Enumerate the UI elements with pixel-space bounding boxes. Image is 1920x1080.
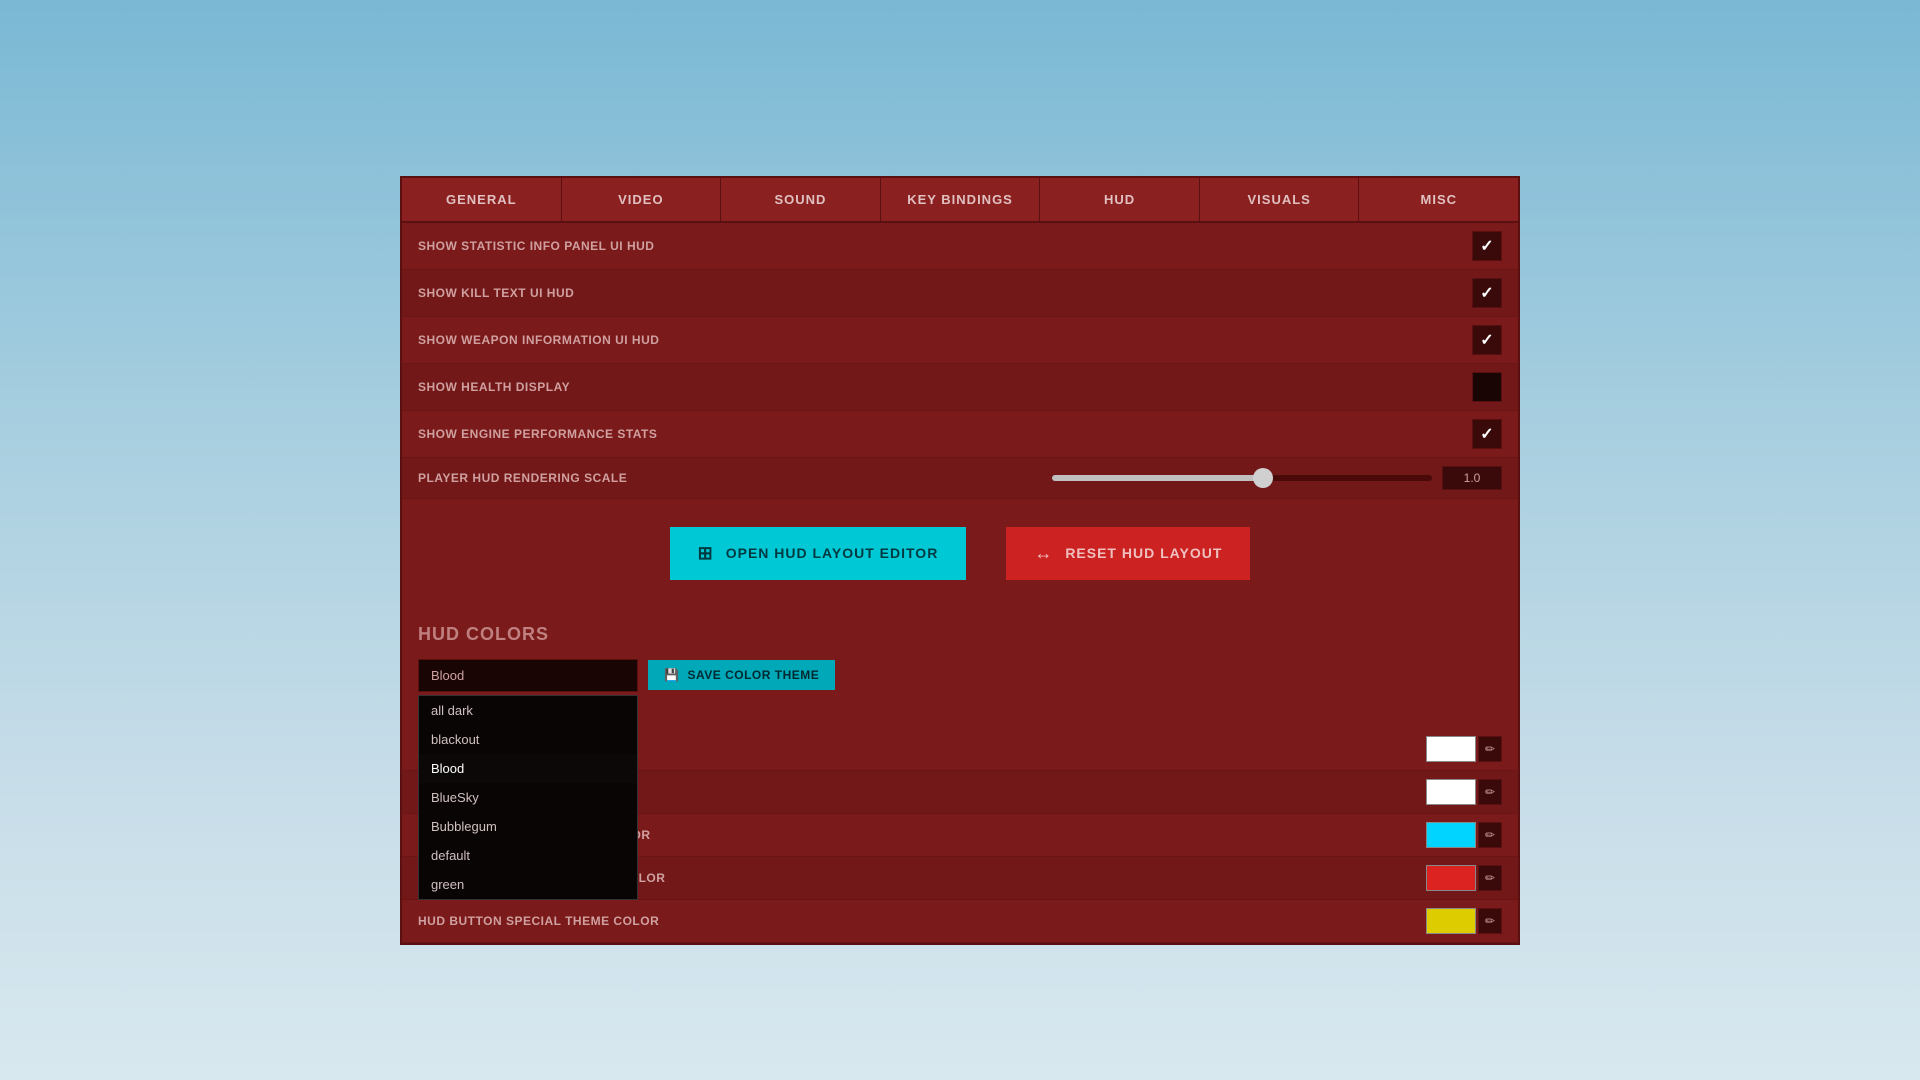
setting-label-statistic: SHOW STATISTIC INFO PANEL UI HUD xyxy=(418,239,1472,253)
color-edit-special[interactable]: ✏ xyxy=(1478,908,1502,934)
setting-label-weapon: SHOW WEAPON INFORMATION UI HUD xyxy=(418,333,1472,347)
save-icon: 💾 xyxy=(664,668,679,682)
slider-value: 1.0 xyxy=(1442,466,1502,490)
save-color-theme-label: SAVE COLOR THEME xyxy=(687,668,819,682)
color-swatch-special-wrap: ✏ xyxy=(1426,908,1502,934)
color-edit-normal[interactable]: ✏ xyxy=(1478,736,1502,762)
tab-keybindings[interactable]: KEY BINDINGS xyxy=(881,178,1041,221)
tab-sound[interactable]: SOUND xyxy=(721,178,881,221)
open-hud-editor-button[interactable]: ⊞ OPEN HUD LAYOUT EDITOR xyxy=(670,527,967,580)
setting-label-killtext: SHOW KILL TEXT UI HUD xyxy=(418,286,1472,300)
color-swatch-warning-wrap: ✏ xyxy=(1426,865,1502,891)
color-edit-hover[interactable]: ✏ xyxy=(1478,779,1502,805)
checkbox-statistic[interactable] xyxy=(1472,231,1502,261)
slider-fill xyxy=(1052,475,1261,481)
grid-icon: ⊞ xyxy=(698,543,714,564)
setting-label-scale: PLAYER HUD RENDERING SCALE xyxy=(418,471,1052,485)
reset-hud-label: RESET HUD LAYOUT xyxy=(1065,545,1222,561)
color-edit-active[interactable]: ✏ xyxy=(1478,822,1502,848)
color-swatch-normal[interactable] xyxy=(1426,736,1476,762)
color-row-special: HUD BUTTON SPECIAL THEME COLOR ✏ xyxy=(402,900,1518,943)
color-swatch-active[interactable] xyxy=(1426,822,1476,848)
checkbox-engine[interactable] xyxy=(1472,419,1502,449)
color-swatch-warning[interactable] xyxy=(1426,865,1476,891)
dropdown-save-row: Blood all dark blackout Blood BlueSky Bu… xyxy=(418,659,1502,692)
setting-row-killtext: SHOW KILL TEXT UI HUD xyxy=(402,270,1518,317)
setting-row-statistic: SHOW STATISTIC INFO PANEL UI HUD xyxy=(402,223,1518,270)
slider-container: 1.0 xyxy=(1052,466,1502,490)
slider-track[interactable] xyxy=(1052,475,1432,481)
setting-label-health: SHOW HEALTH DISPLAY xyxy=(418,380,1472,394)
color-swatch-hover[interactable] xyxy=(1426,779,1476,805)
setting-row-scale: PLAYER HUD RENDERING SCALE 1.0 xyxy=(402,458,1518,499)
dropdown-item-alldark[interactable]: all dark xyxy=(419,696,637,725)
main-panel: GENERAL VIDEO SOUND KEY BINDINGS HUD VIS… xyxy=(400,176,1520,945)
color-swatch-active-wrap: ✏ xyxy=(1426,822,1502,848)
setting-label-engine: SHOW ENGINE PERFORMANCE STATS xyxy=(418,427,1472,441)
dropdown-list: all dark blackout Blood BlueSky Bubblegu… xyxy=(418,695,638,900)
nav-tabs: GENERAL VIDEO SOUND KEY BINDINGS HUD VIS… xyxy=(402,178,1518,223)
color-label-special: HUD BUTTON SPECIAL THEME COLOR xyxy=(418,914,1426,928)
checkbox-weapon[interactable] xyxy=(1472,325,1502,355)
setting-row-engine: SHOW ENGINE PERFORMANCE STATS xyxy=(402,411,1518,458)
slider-thumb[interactable] xyxy=(1253,468,1273,488)
color-edit-warning[interactable]: ✏ xyxy=(1478,865,1502,891)
checkbox-health[interactable] xyxy=(1472,372,1502,402)
tab-misc[interactable]: MISC xyxy=(1359,178,1518,221)
checkbox-killtext[interactable] xyxy=(1472,278,1502,308)
arrows-icon: ↔ xyxy=(1034,543,1053,564)
tab-general[interactable]: GENERAL xyxy=(402,178,562,221)
tab-visuals[interactable]: VISUALS xyxy=(1200,178,1360,221)
save-color-theme-button[interactable]: 💾 SAVE COLOR THEME xyxy=(648,660,835,690)
color-swatch-special[interactable] xyxy=(1426,908,1476,934)
tab-hud[interactable]: HUD xyxy=(1040,178,1200,221)
dropdown-item-blood[interactable]: Blood xyxy=(419,754,637,783)
theme-dropdown[interactable]: Blood xyxy=(418,659,638,692)
dropdown-item-bluesky[interactable]: BlueSky xyxy=(419,783,637,812)
dropdown-item-default[interactable]: default xyxy=(419,841,637,870)
hud-colors-section: HUD COLORS Blood all dark blackout Blood… xyxy=(402,608,1518,692)
buttons-row: ⊞ OPEN HUD LAYOUT EDITOR ↔ RESET HUD LAY… xyxy=(402,499,1518,608)
setting-row-weapon: SHOW WEAPON INFORMATION UI HUD xyxy=(402,317,1518,364)
content-area: SHOW STATISTIC INFO PANEL UI HUD SHOW KI… xyxy=(402,223,1518,943)
dropdown-item-green[interactable]: green xyxy=(419,870,637,899)
color-swatch-normal-wrap: ✏ xyxy=(1426,736,1502,762)
reset-hud-layout-button[interactable]: ↔ RESET HUD LAYOUT xyxy=(1006,527,1250,580)
dropdown-item-bubblegum[interactable]: Bubblegum xyxy=(419,812,637,841)
dropdown-item-blackout[interactable]: blackout xyxy=(419,725,637,754)
open-hud-editor-label: OPEN HUD LAYOUT EDITOR xyxy=(726,545,939,561)
hud-colors-title: HUD COLORS xyxy=(418,624,1502,645)
color-swatch-hover-wrap: ✏ xyxy=(1426,779,1502,805)
tab-video[interactable]: VIDEO xyxy=(562,178,722,221)
setting-row-health: SHOW HEALTH DISPLAY xyxy=(402,364,1518,411)
